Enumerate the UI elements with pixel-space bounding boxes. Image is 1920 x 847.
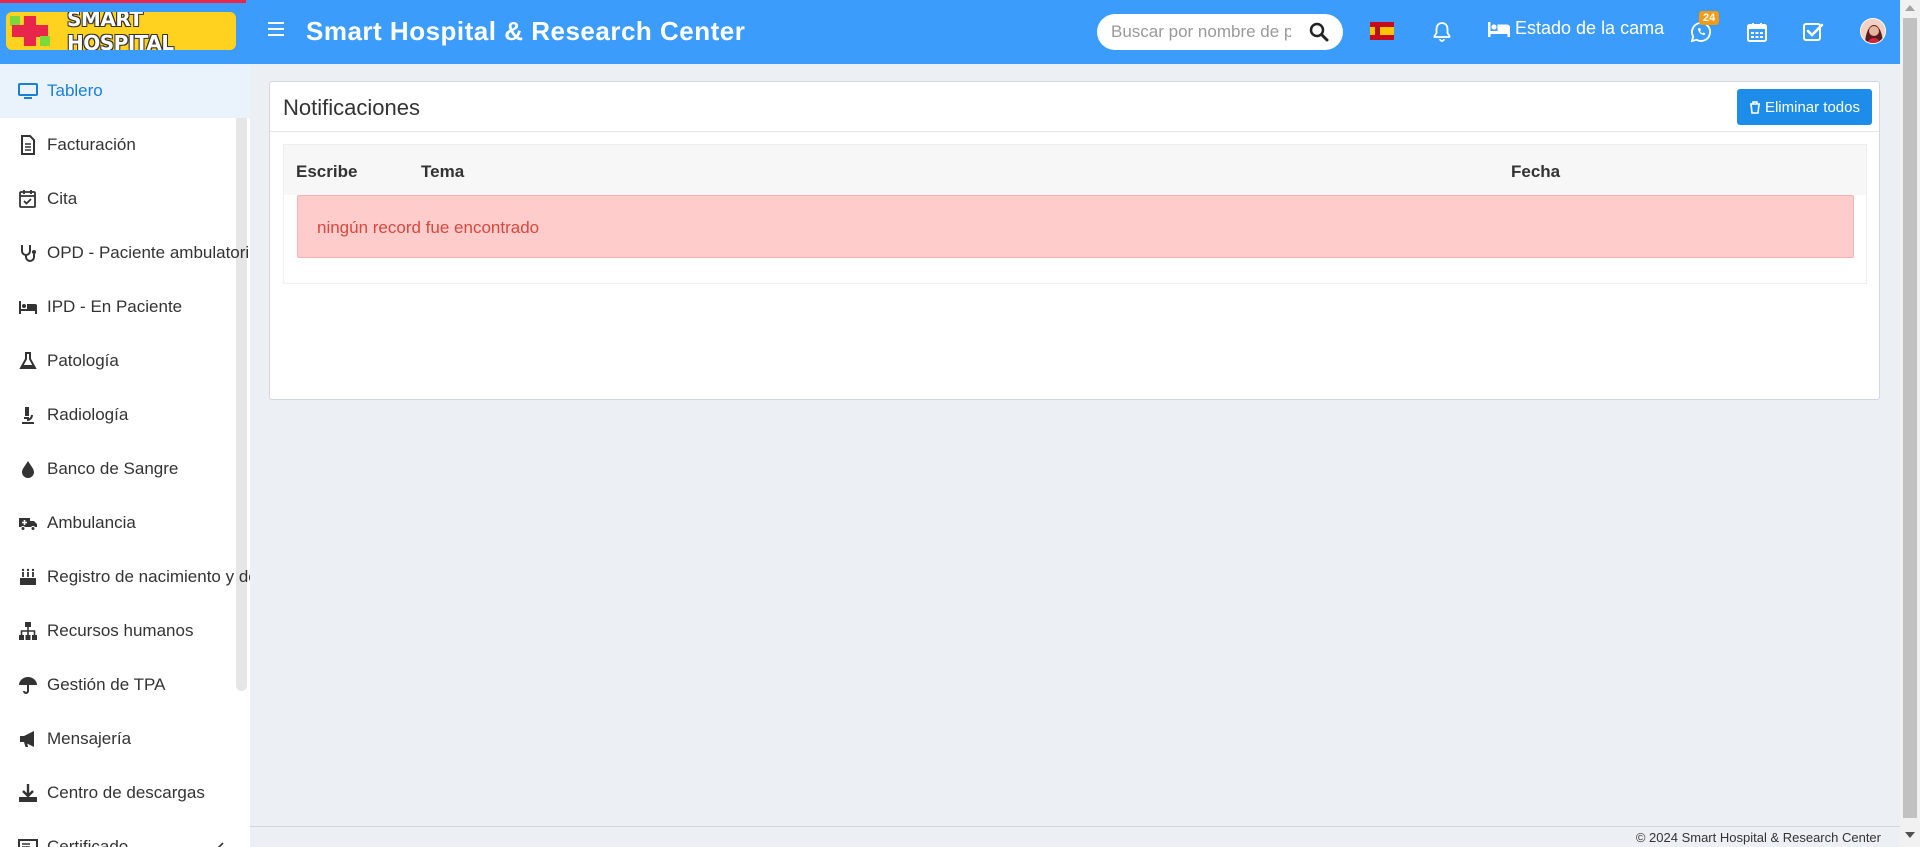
sidebar-item-label: OPD - Paciente ambulatorio [47, 243, 250, 262]
microscope-icon [22, 407, 34, 424]
sidebar-item-label: Ambulancia [47, 513, 136, 532]
column-header-escribe[interactable]: Escribe [296, 162, 357, 182]
sidebar-item-radiologia[interactable]: Radiología [0, 388, 250, 442]
sidebar-item-opd[interactable]: OPD - Paciente ambulatorio [0, 226, 250, 280]
sidebar-item-label: Banco de Sangre [47, 459, 179, 478]
search-input[interactable] [1111, 22, 1291, 42]
sidebar-item-label: Recursos humanos [47, 621, 194, 640]
certificate-icon [18, 839, 38, 847]
header-accent-line [0, 0, 246, 3]
sidebar-item-label: Patología [47, 351, 119, 370]
sidebar-item-label: Certificado [47, 837, 129, 847]
sidebar-item-label: IPD - En Paciente [47, 297, 183, 316]
sidebar-item-gestion-tpa[interactable]: Gestión de TPA [0, 658, 250, 712]
umbrella-icon [19, 677, 37, 694]
notifications-table: Escribe Tema Fecha ningún record fue enc… [283, 144, 1867, 284]
empty-state-message: ningún record fue encontrado [317, 218, 540, 237]
sidebar-item-tablero[interactable]: Tablero [0, 64, 250, 118]
search-icon[interactable] [1309, 22, 1329, 42]
user-avatar-icon [1861, 19, 1885, 43]
bell-icon[interactable] [1430, 20, 1454, 44]
sidebar-item-centro-descargas[interactable]: Centro de descargas [0, 766, 250, 820]
scroll-up-arrow-icon[interactable] [1905, 5, 1915, 11]
user-avatar[interactable] [1860, 18, 1886, 44]
sitemap-icon [19, 622, 37, 640]
bed-status-label: Estado de la cama [1515, 18, 1665, 38]
sidebar-item-recursos-humanos[interactable]: Recursos humanos [0, 604, 250, 658]
bed-status-link[interactable]: Estado de la cama [1487, 18, 1664, 39]
sidebar-item-banco-sangre[interactable]: Banco de Sangre [0, 442, 250, 496]
calendar-check-icon [19, 190, 36, 208]
delete-all-label: Eliminar todos [1764, 98, 1860, 116]
bed-icon [19, 301, 37, 314]
chevron-left-icon[interactable] [216, 842, 226, 847]
sidebar-item-cita[interactable]: Cita [0, 172, 250, 226]
calendar-icon[interactable] [1745, 20, 1769, 44]
footer: © 2024 Smart Hospital & Research Center [250, 826, 1900, 847]
bed-icon [1488, 21, 1510, 37]
copyright-text: © 2024 Smart Hospital & Research Center [1635, 830, 1881, 845]
invoice-icon [21, 135, 35, 155]
megaphone-icon [20, 731, 34, 747]
table-header: Escribe Tema Fecha [284, 145, 1866, 195]
menu-toggle-icon[interactable] [268, 22, 284, 38]
birthday-cake-icon [20, 568, 36, 585]
notifications-panel: Notificaciones Eliminar todos Escribe Te… [269, 81, 1880, 400]
sidebar-item-mensajeria[interactable]: Mensajería [0, 712, 250, 766]
page-scrollbar[interactable] [1900, 0, 1920, 847]
trash-icon [1749, 100, 1760, 114]
spanish-flag-icon[interactable] [1370, 22, 1394, 40]
sidebar-item-label: Facturación [47, 135, 136, 154]
sidebar-item-label: Mensajería [47, 729, 132, 748]
sidebar-item-label: Centro de descargas [47, 783, 205, 802]
delete-all-button[interactable]: Eliminar todos [1736, 89, 1872, 125]
empty-state-alert: ningún record fue encontrado [297, 195, 1854, 258]
task-checklist-icon[interactable] [1801, 20, 1825, 44]
logo-text: SMART HOSPITAL [67, 12, 174, 50]
column-header-tema[interactable]: Tema [421, 162, 464, 182]
sidebar-item-ambulancia[interactable]: Ambulancia [0, 496, 250, 550]
sidebar-item-label: Gestión de TPA [47, 675, 166, 694]
search-box [1097, 14, 1343, 50]
column-header-fecha[interactable]: Fecha [1511, 162, 1560, 182]
whatsapp-count-badge: 24 [1699, 11, 1720, 25]
sidebar-item-ipd[interactable]: IPD - En Paciente [0, 280, 250, 334]
sidebar: Tablero Facturación Cita OPD - Paciente … [0, 64, 250, 847]
blood-drop-icon [22, 461, 34, 478]
flask-icon [19, 352, 37, 369]
scrollbar-thumb[interactable] [1903, 18, 1917, 818]
sidebar-item-label: Radiología [47, 405, 129, 424]
stethoscope-icon [21, 245, 36, 262]
sidebar-item-label: Cita [47, 189, 78, 208]
page-title: Notificaciones [283, 95, 420, 120]
monitor-icon [18, 83, 38, 99]
app-title: Smart Hospital & Research Center [306, 16, 746, 46]
scroll-down-arrow-icon[interactable] [1905, 832, 1915, 838]
sidebar-item-label: Tablero [47, 81, 103, 100]
sidebar-item-certificado[interactable]: Certificado [0, 820, 250, 847]
panel-header: Notificaciones Eliminar todos [270, 82, 1879, 132]
sidebar-item-facturacion[interactable]: Facturación [0, 118, 250, 172]
sidebar-item-patologia[interactable]: Patología [0, 334, 250, 388]
sidebar-item-label: Registro de nacimiento y de [47, 567, 250, 586]
logo-cross-icon [6, 12, 50, 50]
logo[interactable]: SMART HOSPITAL [6, 12, 236, 50]
top-header: SMART HOSPITAL Smart Hospital & Research… [0, 0, 1900, 64]
download-icon [19, 784, 37, 802]
sidebar-item-registro-nacimiento[interactable]: Registro de nacimiento y de [0, 550, 250, 604]
ambulance-icon [19, 518, 37, 531]
